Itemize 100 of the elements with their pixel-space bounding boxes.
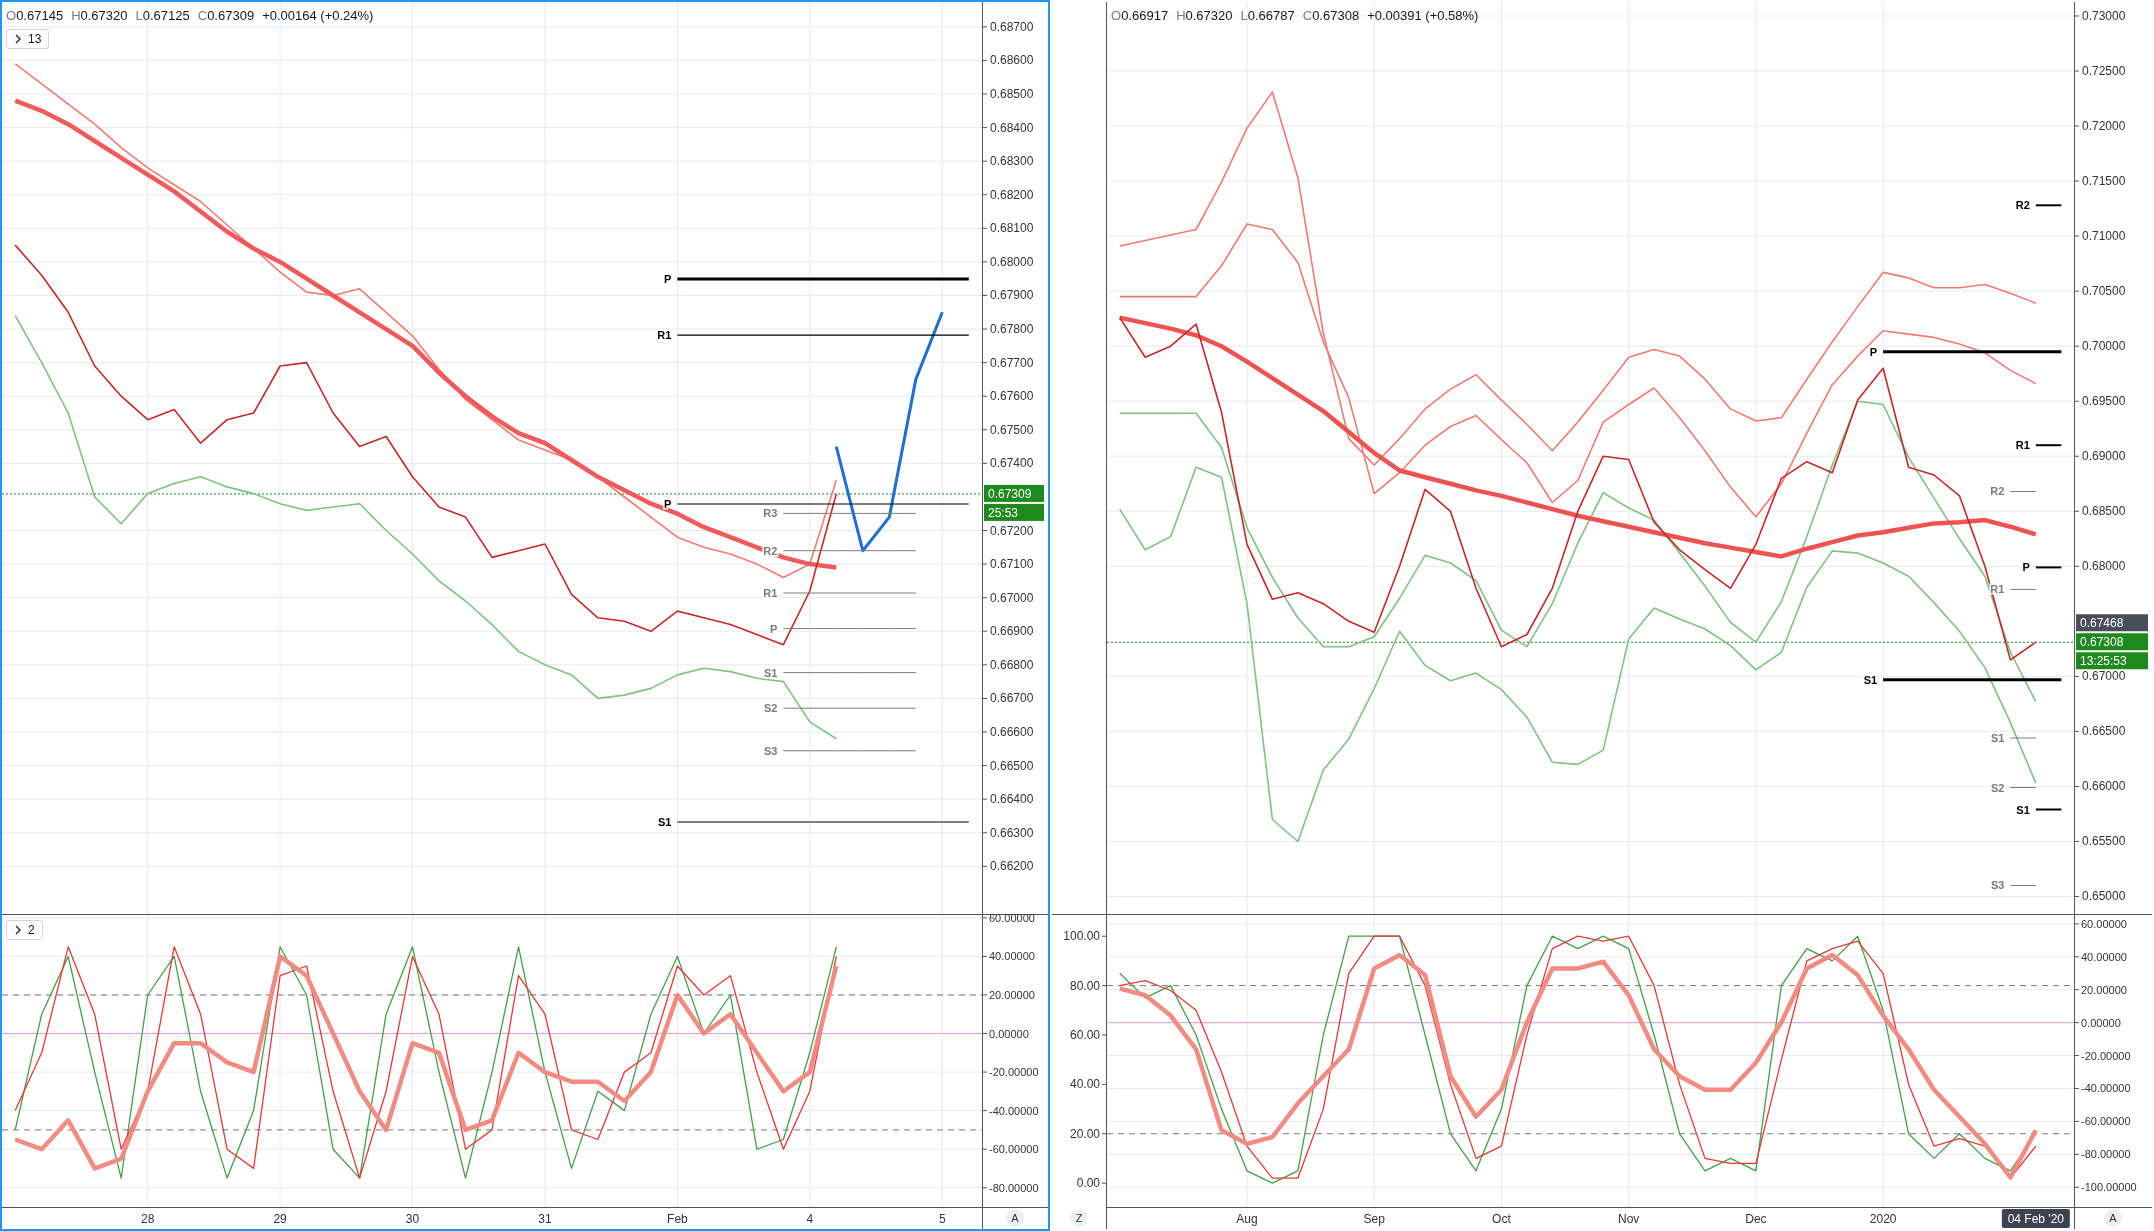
price-axis-label: 0.69500: [2082, 394, 2126, 409]
pivot-label: P: [664, 273, 672, 286]
chart-pane[interactable]: [1050, 0, 2154, 1231]
oscillator-axis-label: 60.00000: [989, 914, 1035, 924]
pivot-line: [2009, 588, 2037, 590]
price-axis-label: 0.68200: [990, 187, 1034, 202]
pivot-label: S3: [763, 744, 778, 757]
time-axis-label: Dec: [1745, 1212, 1767, 1226]
pivot-label: R1: [657, 329, 672, 342]
price-axis-label: 0.71000: [2082, 229, 2126, 244]
price-axis-label: 0.66300: [990, 825, 1034, 840]
ohlc-value: L0.67125: [135, 8, 190, 23]
chevron-icon: [14, 925, 22, 935]
date-badge: 04 Feb '20: [2001, 1209, 2070, 1228]
price-axis-label: 0.70000: [2082, 339, 2126, 354]
oscillator-axis-label: 0.00000: [2081, 1016, 2121, 1029]
time-axis-label: Feb: [667, 1212, 688, 1226]
price-axis-label: 0.67600: [990, 389, 1034, 404]
pivot-label: S1: [1990, 732, 2005, 744]
oscillator-axis-label: -100.00000: [2081, 1181, 2137, 1194]
time-axis-label: 31: [538, 1212, 552, 1226]
price-axis-label: 0.65500: [2082, 834, 2126, 849]
oscillator-axis-label: -40.00000: [2081, 1082, 2131, 1095]
price-axis-label: 0.68500: [990, 87, 1034, 101]
oscillator-axis-label: 40.00000: [989, 950, 1035, 963]
price-axis-label: 0.71500: [2082, 174, 2126, 189]
pivot-label: P: [1869, 345, 1878, 358]
legend-toggle[interactable]: 2: [6, 920, 43, 940]
oscillator-axis-label: -40.00000: [989, 1104, 1039, 1117]
time-axis-label: Oct: [1492, 1212, 1511, 1226]
price-axis-label: 0.65000: [2082, 889, 2126, 904]
pivot-label: R1: [2015, 439, 2030, 452]
pivot-line: [2009, 737, 2037, 739]
price-axis-label: 0.66600: [990, 725, 1034, 739]
oscillator-axis-label: -60.00000: [2081, 1115, 2131, 1128]
price-badge: 0.67309: [984, 484, 1044, 502]
time-axis-label: Nov: [1618, 1212, 1640, 1226]
price-axis-label: 0.68000: [2082, 559, 2126, 574]
time-axis-label: Sep: [1363, 1212, 1385, 1226]
pivot-line: [2009, 491, 2037, 492]
time-axis-label: Aug: [1236, 1212, 1258, 1226]
price-axis-label: 0.68700: [990, 19, 1034, 34]
price-axis-label: 0.67000: [990, 590, 1034, 605]
pivot-label: R3: [763, 507, 778, 520]
ohlc-value: O0.67145: [6, 8, 64, 23]
price-axis-label: 0.66700: [990, 691, 1034, 706]
pivot-line: [2034, 566, 2063, 569]
pivot-label: S3: [1990, 879, 2005, 892]
scale-button[interactable]: A: [1006, 1209, 1024, 1227]
price-axis-label: 0.67400: [990, 456, 1034, 471]
price-axis-label: 0.68000: [990, 254, 1034, 269]
price-axis-label: 0.67200: [990, 523, 1034, 538]
price-axis-label: 0.67800: [990, 322, 1034, 337]
oscillator-axis-label: 0.00: [1076, 1176, 1100, 1191]
price-badge: 0.67468: [2076, 614, 2148, 632]
price-axis-label: 0.73000: [2082, 9, 2126, 23]
price-axis-label: 0.67100: [990, 557, 1034, 572]
price-axis-label: 0.70500: [2082, 284, 2126, 299]
countdown-badge: 13:25:53: [2076, 652, 2148, 670]
price-axis-label: 0.67500: [990, 422, 1034, 437]
pivot-label: S2: [763, 702, 778, 715]
pivot-label: S1: [657, 816, 672, 828]
time-axis-label: 5: [938, 1212, 946, 1226]
price-axis-label: 0.66500: [990, 758, 1034, 773]
time-axis-label: 2020: [1869, 1212, 1897, 1226]
price-badge: 0.67308: [2076, 633, 2148, 651]
oscillator-axis-label: 20.00000: [2081, 983, 2127, 996]
legend-toggle[interactable]: 13: [6, 29, 50, 49]
price-axis-label: 0.68500: [2082, 504, 2126, 519]
price-axis-label: 0.66400: [990, 792, 1034, 807]
pivot-label: R2: [2015, 199, 2030, 212]
oscillator-axis-label: 0.00000: [989, 1027, 1029, 1040]
pivot-label: R1: [763, 587, 778, 599]
time-axis-label: 28: [141, 1212, 155, 1226]
countdown-badge: 25:53: [984, 503, 1044, 521]
pivot-label: S2: [1990, 781, 2005, 794]
pivot-label: P: [770, 622, 778, 635]
oscillator-axis-label: 20.00: [1069, 1126, 1100, 1141]
oscillator-axis-label: 20.00000: [989, 988, 1035, 1001]
price-axis-label: 0.68600: [990, 53, 1034, 68]
price-axis-label: 0.67000: [2082, 669, 2126, 684]
pivot-label: S1: [2016, 803, 2030, 816]
price-change: +0.00164 (+0.24%): [262, 8, 374, 23]
price-axis-label: 0.72500: [2082, 64, 2126, 78]
price-axis-label: 0.68400: [990, 120, 1034, 135]
scale-button[interactable]: A: [2104, 1209, 2122, 1227]
ohlc-value: H0.67320: [71, 8, 128, 23]
ohlc-value: C0.67308: [1302, 8, 1360, 23]
price-axis-label: 0.66800: [990, 657, 1034, 672]
ohlc-value: O0.66917: [1111, 8, 1169, 23]
price-axis-label: 0.66900: [990, 624, 1034, 639]
pivot-label: S1: [763, 666, 778, 679]
price-axis-label: 0.68100: [990, 221, 1034, 236]
chart-pane[interactable]: [0, 0, 1050, 1231]
price-axis-label: 0.66500: [2082, 724, 2126, 739]
scale-button[interactable]: Z: [1070, 1209, 1088, 1227]
oscillator-axis-label: -80.00000: [2081, 1148, 2131, 1161]
pivot-label: P: [664, 498, 672, 510]
time-axis-label: 4: [806, 1212, 814, 1226]
oscillator-axis-label: -20.00000: [2081, 1049, 2131, 1062]
